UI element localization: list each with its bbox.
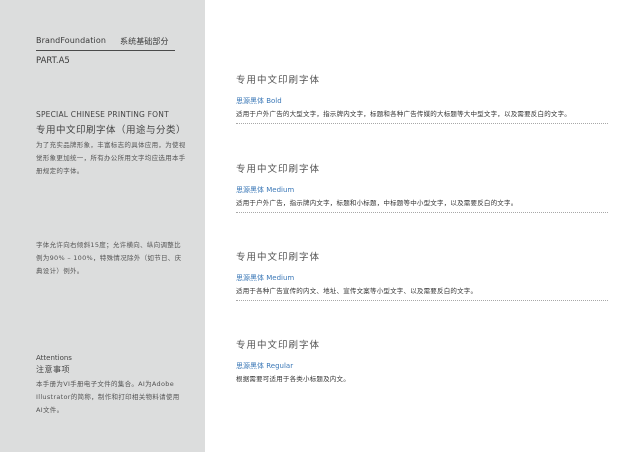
attention-paragraph: 本手册为VI手册电子文件的集合。AI为Adobe Illustrator的简称，…: [36, 380, 180, 414]
usage-description: 适用于各种广告宣传的内文、地址、宣传文案等小型文字、以及需要反白的文字。: [236, 287, 478, 295]
brand-name: BrandFoundation: [36, 36, 106, 45]
font-block-bold: 专用中文印刷字体 思源黑体 Bold 适用于户外广告的大型文字，指示牌内文字，标…: [236, 72, 608, 124]
usage-description: 适用于户外广告，指示牌内文字，标题和小标题，中标题等中小型文字，以及需要反白的文…: [236, 199, 518, 207]
sidebar-panel: BrandFoundation 系统基础部分 PART.A5 SPECIAL C…: [0, 0, 205, 452]
font-title-zh: 专用中文印刷字体（用途与分类）: [36, 125, 187, 136]
font-weight-label: 思源黑体 Medium: [236, 274, 295, 282]
font-weight-label: 思源黑体 Bold: [236, 97, 282, 105]
font-block-medium-1: 专用中文印刷字体 思源黑体 Medium 适用于户外广告，指示牌内文字，标题和小…: [236, 161, 608, 213]
header-divider: [36, 50, 175, 51]
attention-title-en: Attentions: [36, 354, 72, 362]
usage-description: 适用于户外广告的大型文字，指示牌内文字，标题和各种广告传媒的大标题等大中型文字，…: [236, 110, 571, 118]
block-heading: 专用中文印刷字体: [236, 252, 321, 263]
dotted-divider: [236, 212, 608, 213]
usage-description: 根据需要可适用于各类小标题及内文。: [236, 375, 350, 383]
font-block-regular: 专用中文印刷字体 思源黑体 Regular 根据需要可适用于各类小标题及内文。: [236, 337, 608, 383]
rules-paragraph: 字体允许向右倾斜15度；允许横向、纵向调整比例为90% – 100%，特殊情况除…: [36, 241, 182, 275]
font-weight-label: 思源黑体 Medium: [236, 186, 295, 194]
block-heading: 专用中文印刷字体: [236, 340, 321, 351]
block-heading: 专用中文印刷字体: [236, 164, 321, 175]
attention-title-zh: 注意事项: [36, 365, 70, 374]
dotted-divider: [236, 123, 608, 124]
dotted-divider: [236, 300, 608, 301]
intro-paragraph: 为了充实品牌形象，丰富标志的具体应用，为使视觉形象更加统一，所有办公所用文字均应…: [36, 141, 186, 175]
section-title: 系统基础部分: [120, 37, 169, 46]
block-heading: 专用中文印刷字体: [236, 75, 321, 86]
font-weight-label: 思源黑体 Regular: [236, 362, 294, 370]
part-number: PART.A5: [36, 56, 70, 66]
font-block-medium-2: 专用中文印刷字体 思源黑体 Medium 适用于各种广告宣传的内文、地址、宣传文…: [236, 249, 608, 301]
font-title-en: SPECIAL CHINESE PRINTING FONT: [36, 110, 169, 119]
